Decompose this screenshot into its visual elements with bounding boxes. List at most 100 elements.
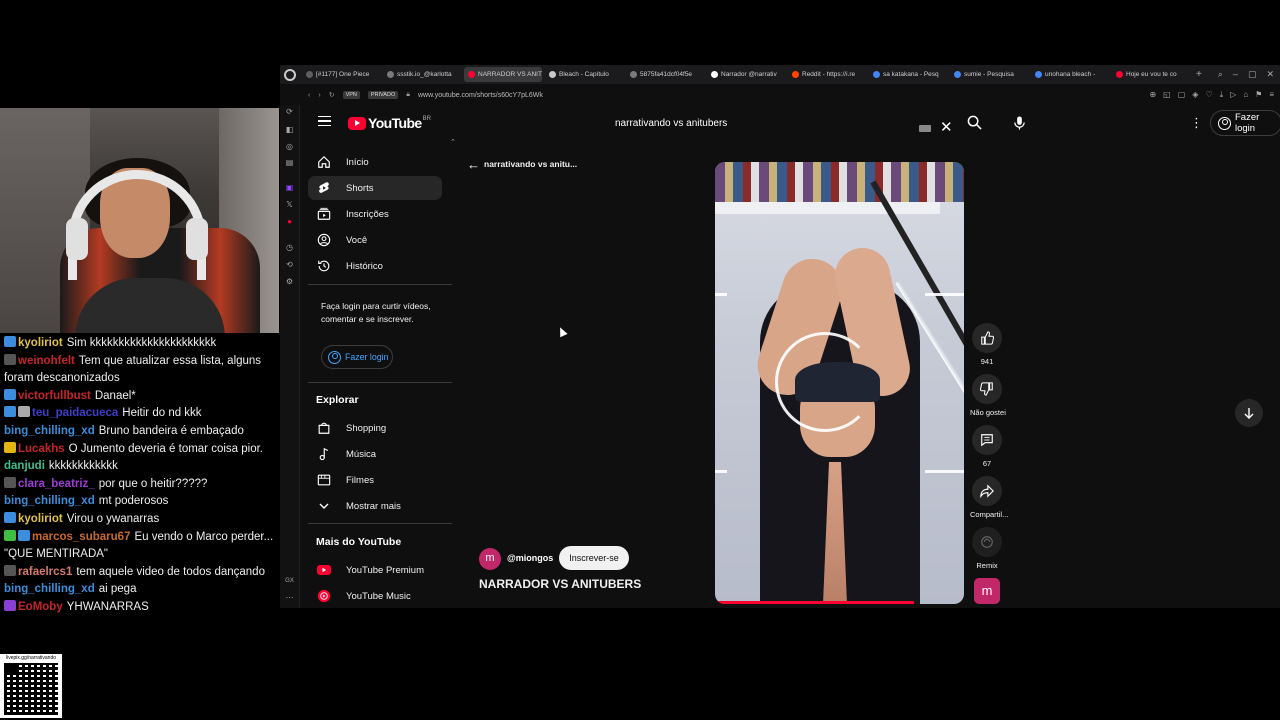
sidebar-login-button[interactable]: Fazer login [321,345,393,369]
channel-thumbnail-button[interactable]: m [974,578,1000,604]
twitch-icon[interactable]: ▣ [285,183,294,192]
browser-tab[interactable]: Hoje eu vou te co [1112,67,1190,82]
search-tabs-icon[interactable]: ⌕ [1218,69,1223,80]
downloads-sidebar-icon[interactable]: ⟲ [285,260,294,269]
maximize-button[interactable]: ▢ [1248,69,1257,80]
zoom-icon[interactable]: ⊕ [1149,90,1156,100]
sidebar-item-shorts[interactable]: Shorts [308,176,442,200]
browser-tab[interactable]: Reddit - https://i.re [788,67,866,82]
more-sidebar-icon[interactable]: ⋯ [285,593,294,602]
x-icon[interactable]: 𝕏 [285,200,294,209]
channel-handle[interactable]: @miongos [507,553,553,563]
sidebar-item-youtube-premium[interactable]: YouTube Premium [308,558,442,582]
chat-username[interactable]: EoMoby [18,601,63,613]
more-options-icon[interactable]: ⋮ [1190,116,1203,129]
settings-sidebar-icon[interactable]: ⚙ [285,277,294,286]
sidebar-item-filmes[interactable]: Filmes [308,468,442,492]
minimize-button[interactable]: – [1233,69,1238,80]
ai-icon[interactable]: ◎ [285,142,294,151]
dislike-action[interactable]: Não gostei [970,374,1006,417]
lock-icon[interactable]: 🔒︎ [406,91,410,99]
bookmark-icon[interactable]: ⌂ [1243,90,1248,100]
download-icon[interactable]: ⤓ [1220,90,1224,100]
sidebar-item-historico[interactable]: Histórico [308,254,442,278]
comment-button[interactable] [972,425,1002,455]
remix-action[interactable]: Remix [970,527,1004,570]
next-short-button[interactable] [1235,399,1263,427]
browser-tab[interactable]: Bleach - Capítulo [545,67,623,82]
vpn-badge[interactable]: VPN [342,91,360,99]
chat-username[interactable]: bing_chilling_xd [4,425,95,437]
video-progress-bar[interactable] [715,601,915,604]
chat-username[interactable]: weinohfelt [18,355,75,367]
hamburger-menu-icon[interactable] [318,116,331,126]
extensions-icon[interactable]: ⚑ [1255,90,1262,100]
menu-icon[interactable]: ≡ [1269,90,1274,100]
chat-username[interactable]: Lucakhs [18,443,65,455]
browser-tab[interactable]: ssstik.io_@karlotta [383,67,461,82]
chat-username[interactable]: bing_chilling_xd [4,583,95,595]
chat-username[interactable]: danjudi [4,460,45,472]
back-arrow-icon[interactable]: ← [467,157,480,172]
pinboard-icon[interactable]: ▤ [285,158,294,167]
collapse-caret-icon[interactable]: ⌃ [450,138,456,146]
youtube-sidebar-icon[interactable]: ● [285,217,294,226]
like-button[interactable] [972,323,1002,353]
search-icon[interactable] [967,115,982,130]
reload-icon[interactable]: ↻ [329,91,335,99]
browser-tab[interactable]: sa katakana - Pesq [869,67,947,82]
extensions-sidebar-icon[interactable]: GX [285,577,294,586]
chat-username[interactable]: clara_beatriz_ [18,478,95,490]
youtube-logo[interactable]: YouTube BR [348,115,431,131]
sidebar-item-musica[interactable]: Música [308,442,442,466]
share-action[interactable]: Compartil... [970,476,1008,519]
new-tab-button[interactable]: + [1196,69,1202,80]
comment-action[interactable]: 67 [970,425,1004,468]
login-button[interactable]: Fazer login [1210,110,1280,136]
short-video-player[interactable] [715,162,964,604]
browser-tab[interactable]: sumie - Pesquisa [950,67,1028,82]
vpn-shield-icon[interactable]: ◈ [1192,90,1198,100]
like-action[interactable]: 941 [970,323,1004,366]
sidebar-item-inicio[interactable]: Início [308,150,442,174]
chat-username[interactable]: teu_paidacueca [32,407,118,419]
chat-username[interactable]: bing_chilling_xd [4,495,95,507]
player-icon[interactable]: ▷ [1230,90,1236,100]
snapshot-icon[interactable]: ◱ [1163,90,1171,100]
opera-logo-icon[interactable] [284,68,296,81]
chat-username[interactable]: marcos_subaru67 [32,531,130,543]
forward-nav-icon[interactable]: › [318,92,320,99]
browser-tab[interactable]: Narrador @narrativ [707,67,785,82]
sidebar-item-voce[interactable]: Você [308,228,442,252]
keyboard-icon[interactable] [919,125,931,132]
chat-username[interactable]: victorfullbust [18,390,91,402]
browser-tab[interactable]: NARRADOR VS ANITUBERS [464,67,542,82]
browser-tab[interactable]: unohana bleach - [1031,67,1109,82]
search-input[interactable]: narrativando vs anitubers ✕ [603,111,953,136]
subscribe-button[interactable]: Inscrever-se [559,546,629,570]
sidebar-item-shopping[interactable]: Shopping [308,416,442,440]
short-title[interactable]: NARRADOR VS ANITUBERS [479,577,641,591]
channel-avatar[interactable]: m [479,548,501,570]
chat-username[interactable]: rafaelrcs1 [18,566,72,578]
sidebar-item-inscricoes[interactable]: Inscrições [308,202,442,226]
browser-tab[interactable]: 5875fa41dcf04f5e [626,67,704,82]
close-window-button[interactable]: ✕ [1266,69,1274,80]
url-field[interactable]: www.youtube.com/shorts/s60cY7pL6Wk [418,92,543,99]
heart-icon[interactable]: ♡ [1205,90,1212,100]
clear-search-icon[interactable]: ✕ [940,120,953,135]
sidebar-item-mostrar-mais[interactable]: Mostrar mais [308,494,442,518]
microphone-icon[interactable] [1012,115,1027,131]
sidebar-item-youtube-music[interactable]: YouTube Music [308,584,442,608]
history-sidebar-icon[interactable]: ◷ [285,243,294,252]
workspace-icon[interactable]: ◧ [285,125,294,134]
browser-tab[interactable]: [#1177] One Piece [302,67,380,82]
share-button[interactable] [972,476,1002,506]
back-nav-icon[interactable]: ‹ [308,92,310,99]
remix-button[interactable] [972,527,1002,557]
chat-username[interactable]: kyoliriot [18,337,63,349]
dislike-button[interactable] [972,374,1002,404]
home-sidebar-icon[interactable]: ⟳ [285,107,294,116]
screenshot-icon[interactable]: ▢ [1178,90,1186,100]
chat-username[interactable]: kyoliriot [18,513,63,525]
